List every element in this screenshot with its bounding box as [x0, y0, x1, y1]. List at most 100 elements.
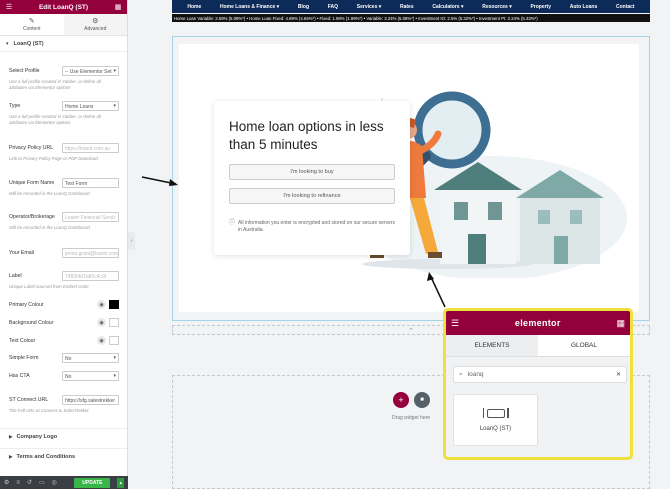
panel-tabs: ✎ Content ⚙ Advanced — [0, 14, 127, 36]
primary-colour-swatch[interactable] — [109, 300, 119, 309]
operator-help: Will be recorded in the LoanQ Dashboard — [9, 225, 90, 230]
form-name-input[interactable]: Test Form — [62, 178, 119, 188]
section-company-logo-label: Company Logo — [16, 433, 58, 440]
widget-search-value: loanq — [467, 371, 484, 378]
nav-contact[interactable]: Contact — [616, 4, 635, 10]
tab-content-label: Content — [22, 26, 41, 32]
nav-property[interactable]: Property — [530, 4, 551, 10]
shortcode-widget-icon — [482, 407, 509, 418]
tab-advanced-label: Advanced — [84, 26, 107, 32]
has-cta-dropdown[interactable]: No — [62, 371, 119, 381]
form-name-help: Will be recorded in the LoanQ Dashboard — [9, 191, 90, 196]
history-icon[interactable]: ↺ — [27, 479, 32, 486]
nav-blog[interactable]: Blog — [298, 4, 309, 10]
label-help: Unique Label sourced from Embed Code — [9, 284, 89, 289]
type-help: Use a full profile created in Yabber, or… — [9, 114, 101, 125]
widget-search-input[interactable]: ⌕ loanq ✕ — [453, 366, 627, 383]
caret-right-icon: ▶ — [9, 433, 13, 439]
globe-icon[interactable]: ◉ — [97, 336, 106, 345]
nav-services[interactable]: Services ▾ — [357, 4, 381, 10]
panel-header: ☰ Edit LoanQ (ST) ▦ — [0, 0, 127, 14]
elementor-widgets-panel-inset: ☰ elementor ▦ ELEMENTS GLOBAL ⌕ loanq ✕ … — [443, 308, 633, 460]
hamburger-menu-icon[interactable]: ☰ — [451, 318, 459, 329]
section-company-logo[interactable]: ▶ Company Logo — [0, 428, 127, 444]
update-button[interactable]: UPDATE — [74, 477, 111, 488]
globe-icon[interactable]: ◉ — [97, 300, 106, 309]
hero-title: Home loan options in less than 5 minutes — [229, 119, 384, 152]
panel-title: Edit LoanQ (ST) — [38, 3, 89, 11]
section-title: LoanQ (ST) — [13, 40, 44, 47]
nav-auto-loans[interactable]: Auto Loans — [570, 4, 598, 10]
privacy-url-label: Privacy Policy URL — [9, 145, 54, 151]
tab-elements[interactable]: ELEMENTS — [446, 335, 538, 356]
nav-home[interactable]: Home — [187, 4, 201, 10]
form-name-label: Unique Form Name — [9, 180, 55, 186]
add-new-section-button[interactable]: + — [393, 392, 409, 408]
nav-calculators[interactable]: Calculators ▾ — [432, 4, 463, 10]
nav-faq[interactable]: FAQ — [328, 4, 338, 10]
nav-rates[interactable]: Rates — [400, 4, 414, 10]
privacy-url-help: Link to Privacy Policy Page or PDF Downl… — [9, 156, 98, 161]
responsive-icon[interactable]: ▭ — [39, 479, 45, 486]
text-colour-label: Text Colour — [9, 338, 36, 344]
buy-option-button[interactable]: I'm looking to buy — [229, 164, 395, 180]
nav-home-loans[interactable]: Home Loans & Finance ▾ — [220, 4, 279, 10]
loanq-form-card: Home loan options in less than 5 minutes… — [214, 101, 410, 255]
popup-header: ☰ elementor ▦ — [446, 311, 630, 335]
panel-collapse-handle[interactable]: ‹ — [128, 232, 135, 250]
email-input[interactable]: jenna.grant@loantr.com — [62, 248, 119, 258]
popup-tabs: ELEMENTS GLOBAL — [446, 335, 630, 357]
settings-icon[interactable]: ⚙ — [4, 479, 9, 486]
annotation-arrow-up-icon — [427, 272, 446, 308]
info-icon: ⓘ — [229, 220, 236, 226]
section-terms[interactable]: ▶ Terms and Conditions — [0, 448, 127, 464]
select-profile-dropdown[interactable]: -- Use Elementor Set — [62, 66, 119, 76]
elementor-logo: elementor — [514, 318, 561, 328]
section-loanq-header[interactable]: ▼ LoanQ (ST) — [0, 36, 127, 52]
add-template-button[interactable]: ■ — [414, 392, 430, 408]
widgets-grid-icon[interactable]: ▦ — [113, 3, 123, 11]
tab-content[interactable]: ✎ Content — [0, 14, 64, 35]
label-label: Label — [9, 273, 22, 279]
loanq-widget-tile[interactable]: LoanQ (ST) — [453, 394, 538, 446]
operator-input[interactable]: Loantr Financial Servic — [62, 212, 119, 222]
drag-widget-hint: Drag widget here — [391, 415, 431, 421]
select-profile-help: Use a full profile created in Yabber, or… — [9, 79, 101, 90]
st-connect-help: The Full URL to Connect to SalesTrekker — [9, 408, 89, 413]
security-notice: ⓘ All information you enter is encrypted… — [229, 220, 399, 233]
annotation-arrow-right-icon — [141, 176, 178, 186]
simple-form-label: Simple Form — [9, 355, 39, 361]
clear-search-icon[interactable]: ✕ — [616, 371, 621, 378]
simple-form-dropdown[interactable]: No — [62, 353, 119, 363]
refinance-option-button[interactable]: I'm looking to refinance — [229, 188, 395, 204]
background-colour-label: Background Colour — [9, 320, 54, 326]
hamburger-menu-icon[interactable]: ☰ — [4, 3, 14, 11]
primary-colour-label: Primary Colour — [9, 302, 44, 308]
background-colour-swatch[interactable] — [109, 318, 119, 327]
security-notice-text: All information you enter is encrypted a… — [238, 220, 396, 233]
tab-advanced[interactable]: ⚙ Advanced — [63, 14, 127, 35]
widgets-grid-icon[interactable]: ▦ — [616, 318, 625, 329]
nav-resources[interactable]: Resources ▾ — [482, 4, 511, 10]
tab-global[interactable]: GLOBAL — [538, 335, 630, 356]
globe-icon[interactable]: ◉ — [97, 318, 106, 327]
site-navigation: Home Home Loans & Finance ▾ Blog FAQ Ser… — [172, 0, 650, 13]
email-label: Your Email — [9, 250, 34, 256]
section-terms-label: Terms and Conditions — [16, 453, 76, 460]
layers-icon[interactable]: ≡ — [16, 480, 20, 486]
rates-ticker: Home Loan Variable: 3.59% (5.08%*) • Hom… — [172, 14, 650, 22]
text-colour-swatch[interactable] — [109, 336, 119, 345]
st-connect-label: ST Connect URL — [9, 397, 49, 403]
elementor-editor-panel: ☰ Edit LoanQ (ST) ▦ ✎ Content ⚙ Advanced… — [0, 0, 128, 489]
panel-footer: ⚙ ≡ ↺ ▭ ◎ UPDATE ▴ — [0, 476, 128, 489]
privacy-url-input[interactable]: https://loantr.com.au — [62, 143, 119, 153]
search-icon: ⌕ — [459, 370, 463, 378]
pencil-icon: ✎ — [28, 18, 35, 25]
type-dropdown[interactable]: Home Loans — [62, 101, 119, 111]
has-cta-label: Has CTA — [9, 373, 30, 379]
preview-icon[interactable]: ◎ — [52, 479, 57, 486]
gear-icon: ⚙ — [92, 18, 99, 25]
label-input[interactable]: 7482f4d1b85c4c9f — [62, 271, 119, 281]
st-connect-input[interactable]: https://sfg.salestrekker — [62, 395, 119, 405]
update-options-icon[interactable]: ▴ — [117, 477, 124, 488]
